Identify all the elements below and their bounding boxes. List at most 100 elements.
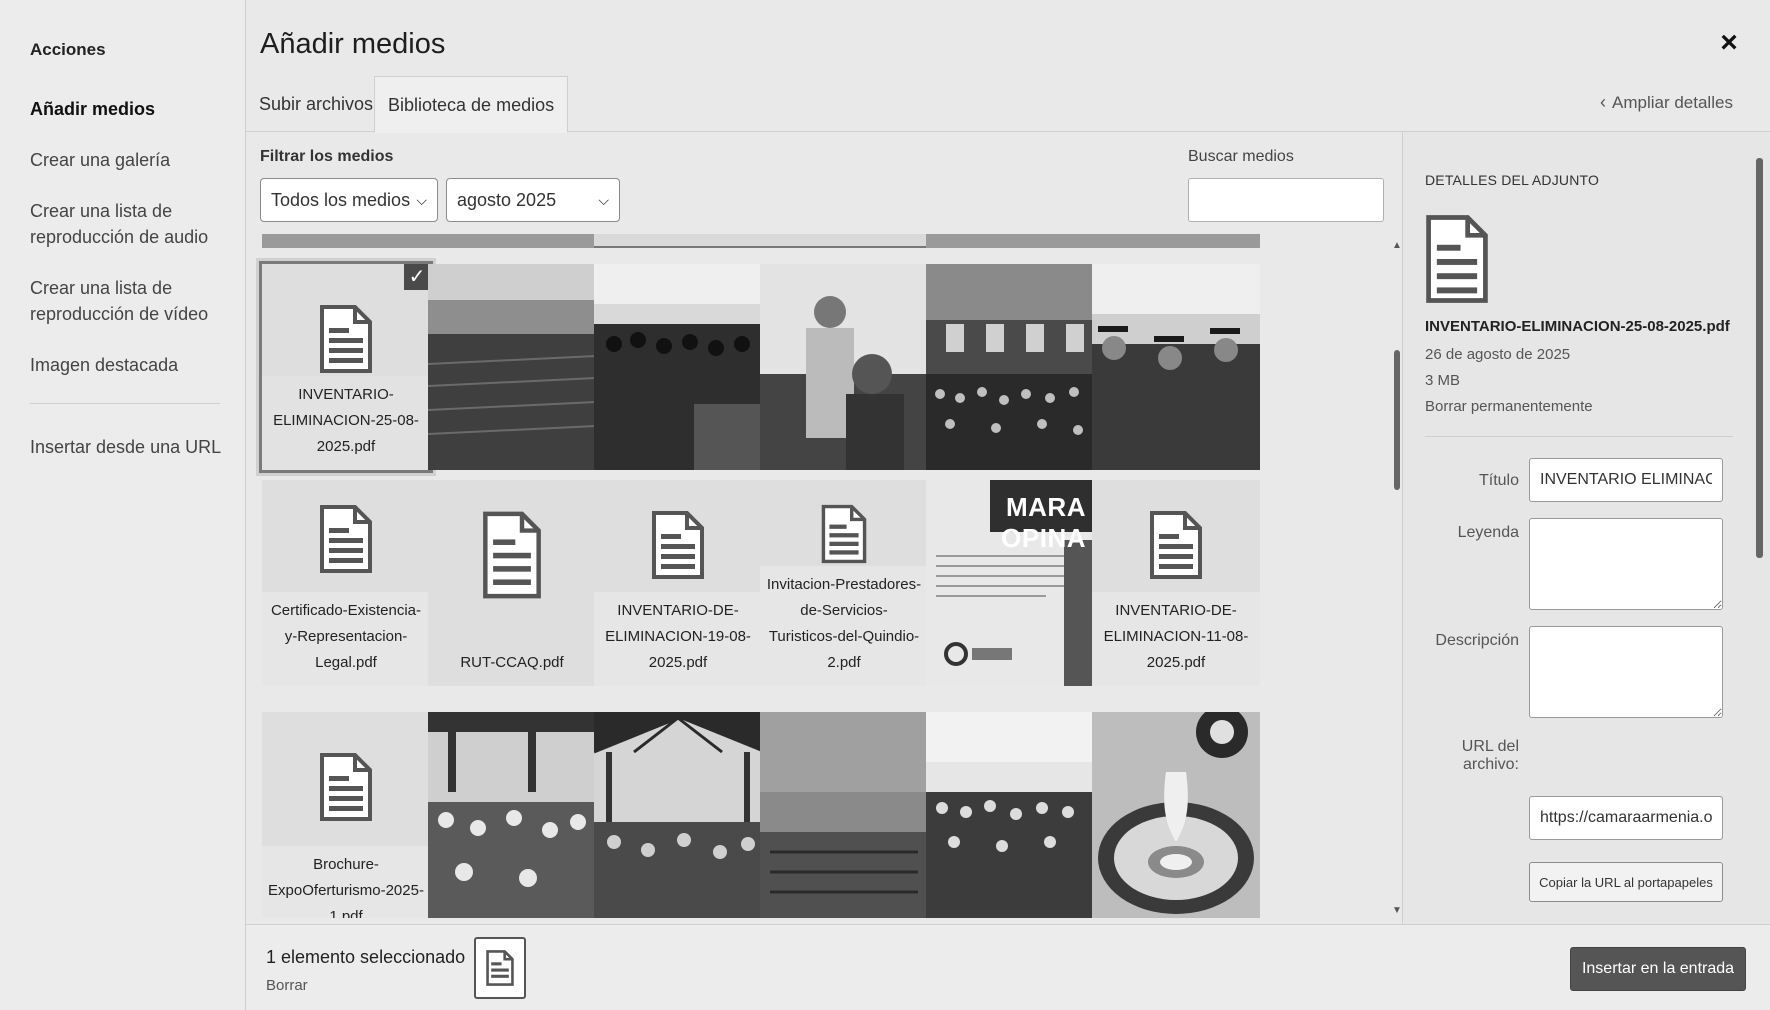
details-date: 26 de agosto de 2025 bbox=[1425, 346, 1571, 363]
attachment-filename: INVENTARIO-DE-ELIMINACION-11-08-2025.pdf bbox=[1092, 592, 1260, 686]
attachment-photo[interactable] bbox=[926, 712, 1094, 918]
attachment-photo[interactable] bbox=[594, 712, 762, 918]
chevron-left-icon: ‹ bbox=[1600, 92, 1606, 112]
title-field[interactable] bbox=[1529, 458, 1723, 502]
attachment-partial[interactable] bbox=[1092, 234, 1260, 248]
document-icon bbox=[1426, 215, 1488, 303]
attachment-photo[interactable] bbox=[760, 264, 928, 470]
details-filesize: 3 MB bbox=[1425, 372, 1461, 389]
chevron-down-icon: ⌵ bbox=[598, 192, 609, 208]
attachment-partial[interactable] bbox=[428, 234, 596, 248]
selected-attachment-thumbnail[interactable] bbox=[474, 937, 526, 999]
date-filter-select[interactable]: agosto 2025 ⌵ bbox=[446, 178, 620, 222]
sidebar-item-insert-from-url[interactable]: Insertar desde una URL bbox=[30, 434, 230, 460]
attachment-photo[interactable] bbox=[594, 264, 762, 470]
attachment-photo[interactable] bbox=[428, 712, 596, 918]
photo-graduation-hall bbox=[594, 264, 762, 470]
check-icon[interactable]: ✓ bbox=[402, 264, 430, 292]
photo-seated-audience bbox=[926, 712, 1094, 918]
photo-empty-venue bbox=[760, 712, 928, 918]
details-heading: DETALLES DEL ADJUNTO bbox=[1425, 172, 1600, 188]
attachment-partial[interactable] bbox=[926, 234, 1094, 248]
attachment-selected[interactable]: INVENTARIO-ELIMINACION-25-08-2025.pdf ✓ bbox=[259, 261, 433, 473]
media-sidebar: Acciones Añadir medios Crear una galería… bbox=[0, 0, 246, 1010]
attachment-filename: Certificado-Existencia-y-Representacion-… bbox=[262, 592, 430, 686]
filter-label: Filtrar los medios bbox=[260, 148, 394, 165]
date-filter-value: agosto 2025 bbox=[457, 190, 557, 210]
grid-scrollbar[interactable]: ▲ ▼ bbox=[1392, 240, 1402, 916]
document-icon bbox=[1150, 511, 1202, 579]
photo-covered-market bbox=[428, 712, 596, 918]
attachment-photo[interactable]: MARA OPINA bbox=[926, 480, 1094, 686]
attachment-document[interactable]: INVENTARIO-DE-ELIMINACION-19-08-2025.pdf bbox=[594, 480, 762, 686]
media-type-value: Todos los medios bbox=[271, 190, 411, 210]
photo-latte-art bbox=[1092, 712, 1260, 918]
details-filename: INVENTARIO-ELIMINACION-25-08-2025.pdf bbox=[1425, 318, 1730, 335]
attachment-partial[interactable] bbox=[594, 234, 762, 248]
file-url-label-line2: archivo: bbox=[1462, 756, 1519, 773]
sidebar-item-audio-playlist[interactable]: Crear una lista de reproducción de audio bbox=[30, 198, 230, 250]
attachment-partial[interactable] bbox=[760, 234, 928, 248]
sidebar-divider bbox=[30, 403, 220, 404]
tab-upload-files[interactable]: Subir archivos bbox=[246, 76, 386, 132]
document-icon bbox=[320, 753, 372, 821]
photo-crop-field bbox=[428, 264, 596, 470]
caption-label: Leyenda bbox=[1457, 524, 1519, 541]
document-icon bbox=[320, 305, 372, 373]
file-url-field[interactable] bbox=[1529, 796, 1723, 840]
description-field[interactable] bbox=[1529, 626, 1723, 718]
attachment-document[interactable]: Brochure-ExpoOferturismo-2025-1.pdf bbox=[262, 712, 430, 918]
attachment-photo[interactable] bbox=[428, 264, 596, 470]
sidebar-item-featured-image[interactable]: Imagen destacada bbox=[30, 352, 230, 378]
grid-scroll-thumb[interactable] bbox=[1394, 350, 1400, 490]
document-icon bbox=[320, 505, 372, 573]
delete-permanently-link[interactable]: Borrar permanentemente bbox=[1425, 398, 1593, 415]
media-tabs: Subir archivos Biblioteca de medios bbox=[246, 76, 1770, 133]
attachment-document[interactable]: Invitacion-Prestadores-de-Servicios-Turi… bbox=[760, 480, 928, 686]
sidebar-item-create-gallery[interactable]: Crear una galería bbox=[30, 147, 230, 173]
scroll-down-icon[interactable]: ▼ bbox=[1392, 905, 1402, 916]
photo-barber-service bbox=[760, 264, 928, 470]
attachments-grid: INVENTARIO-ELIMINACION-25-08-2025.pdf ✓ bbox=[246, 234, 1386, 922]
modal-title: Añadir medios bbox=[260, 28, 446, 60]
scroll-up-icon[interactable]: ▲ bbox=[1392, 240, 1402, 251]
media-toolbar: 1 elemento seleccionado Borrar Insertar … bbox=[246, 924, 1770, 1010]
attachment-details-panel: DETALLES DEL ADJUNTO INVENTARIO-ELIMINAC… bbox=[1402, 132, 1770, 924]
title-label: Título bbox=[1478, 472, 1519, 489]
details-separator bbox=[1425, 436, 1733, 437]
document-icon bbox=[652, 511, 704, 579]
file-url-label: URL del archivo: bbox=[1425, 738, 1519, 774]
attachment-photo[interactable] bbox=[1092, 264, 1260, 470]
close-icon[interactable]: × bbox=[1714, 28, 1744, 58]
attachment-document[interactable]: RUT-CCAQ.pdf bbox=[428, 480, 596, 686]
attachment-photo[interactable] bbox=[1092, 712, 1260, 918]
sidebar-heading: Acciones bbox=[30, 40, 106, 59]
expand-details-link[interactable]: ‹ Ampliar detalles bbox=[1600, 92, 1733, 113]
details-scrollbar[interactable] bbox=[1754, 140, 1764, 916]
search-label: Buscar medios bbox=[1188, 148, 1294, 165]
attachment-filename: Brochure-ExpoOferturismo-2025-1.pdf bbox=[262, 846, 430, 918]
copy-url-button[interactable]: Copiar la URL al portapapeles bbox=[1529, 862, 1723, 902]
photo-graduates-caps bbox=[1092, 264, 1260, 470]
clear-selection-link[interactable]: Borrar bbox=[266, 977, 308, 994]
attachment-document[interactable]: Certificado-Existencia-y-Representacion-… bbox=[262, 480, 430, 686]
attachment-photo[interactable] bbox=[926, 264, 1094, 470]
caption-field[interactable] bbox=[1529, 518, 1723, 610]
document-icon bbox=[821, 504, 867, 564]
details-scroll-thumb[interactable] bbox=[1756, 158, 1763, 558]
camara-opina-banner: MARA OPINA bbox=[1001, 492, 1086, 553]
attachment-filename: RUT-CCAQ.pdf bbox=[428, 644, 596, 686]
media-type-select[interactable]: Todos los medios ⌵ bbox=[260, 178, 438, 222]
sidebar-item-video-playlist[interactable]: Crear una lista de reproducción de vídeo bbox=[30, 275, 230, 327]
attachment-filename: INVENTARIO-DE-ELIMINACION-19-08-2025.pdf bbox=[594, 592, 762, 686]
attachment-partial[interactable] bbox=[262, 234, 430, 248]
photo-auditorium-crowd bbox=[926, 264, 1094, 470]
insert-into-post-button[interactable]: Insertar en la entrada bbox=[1570, 947, 1746, 991]
sidebar-item-add-media[interactable]: Añadir medios bbox=[30, 96, 230, 122]
tab-media-library[interactable]: Biblioteca de medios bbox=[374, 76, 569, 133]
attachment-document[interactable]: INVENTARIO-DE-ELIMINACION-11-08-2025.pdf bbox=[1092, 480, 1260, 686]
expand-details-label: Ampliar detalles bbox=[1612, 93, 1733, 112]
photo-roof-event bbox=[594, 712, 762, 918]
attachment-photo[interactable] bbox=[760, 712, 928, 918]
search-input[interactable] bbox=[1188, 178, 1384, 222]
